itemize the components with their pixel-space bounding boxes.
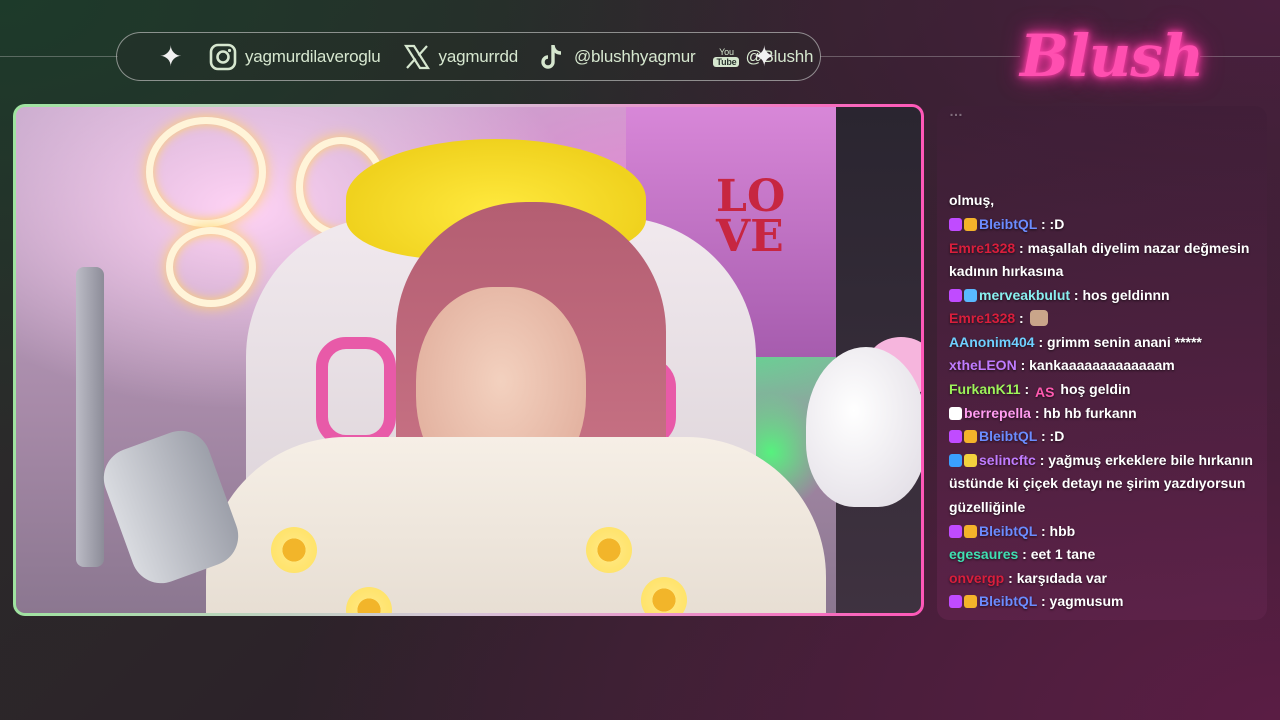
chat-text: hoş geldin bbox=[1060, 381, 1131, 398]
chat-emote-icon bbox=[1029, 310, 1048, 327]
sub-badge-icon bbox=[949, 524, 962, 538]
chat-message-list: olmuş, BleibtQL : :D Emre1328 : maşallah d… bbox=[949, 189, 1257, 614]
chat-emote-icon: AS bbox=[1035, 384, 1055, 401]
chat-text: karşıdada var bbox=[1016, 569, 1107, 586]
chat-message: olmuş, bbox=[949, 189, 1257, 213]
chat-message: AAnonim404 : grimm senin anani ***** bbox=[949, 333, 1202, 350]
sweater-flower bbox=[271, 527, 317, 573]
chat-username[interactable]: egesaures bbox=[949, 546, 1018, 562]
chat-username[interactable]: onvergp bbox=[949, 570, 1004, 586]
header-deco-line-left bbox=[0, 56, 118, 57]
unicorn-plush bbox=[806, 347, 921, 507]
instagram-icon bbox=[209, 43, 237, 71]
sub-badge-icon bbox=[949, 430, 962, 444]
neon-light-decor bbox=[146, 117, 266, 227]
chat-username[interactable]: FurkanK11 bbox=[949, 381, 1021, 397]
chat-message: egesaures : eet 1 tane bbox=[949, 546, 1096, 563]
chat-username[interactable]: AAnonim404 bbox=[949, 334, 1035, 350]
crown-badge-icon bbox=[964, 595, 977, 609]
chat-username[interactable]: selincftc bbox=[979, 452, 1036, 468]
bot-badge-icon bbox=[949, 406, 962, 420]
tiktok-icon bbox=[538, 43, 566, 71]
chat-username[interactable]: BleibtQL bbox=[979, 523, 1037, 539]
social-x[interactable]: yagmurrdd bbox=[403, 43, 518, 71]
chat-message: Emre1328 : bbox=[949, 307, 1257, 331]
chat-text: hb hb furkann bbox=[1043, 404, 1137, 421]
mic-arm bbox=[76, 267, 104, 567]
cube-badge-icon bbox=[949, 453, 962, 467]
social-tiktok[interactable]: @blushhyagmur bbox=[538, 43, 696, 71]
chat-message: xtheLEON : kankaaaaaaaaaaaaam bbox=[949, 357, 1175, 374]
chat-text: grimm senin anani ***** bbox=[1047, 333, 1202, 350]
x-logo-icon bbox=[403, 43, 431, 71]
chat-message: onvergp : karşıdada var bbox=[949, 569, 1107, 586]
chat-message: BleibtQL : :D bbox=[949, 425, 1257, 449]
sparkle-icon: ✦ bbox=[752, 40, 776, 73]
chat-text: :D bbox=[1049, 428, 1065, 445]
webcam-feed: LO VE bbox=[16, 107, 921, 613]
x-handle: yagmurrdd bbox=[438, 46, 519, 66]
smile-badge-icon bbox=[964, 453, 977, 467]
sparkle-icon: ✦ bbox=[159, 40, 183, 73]
chat-username[interactable]: Emre1328 bbox=[949, 310, 1015, 326]
chat-text: yagmusum bbox=[1049, 593, 1124, 610]
chat-message: BleibtQL : yagmusum bbox=[949, 590, 1257, 614]
instagram-handle: yagmurdilaveroglu bbox=[245, 46, 381, 66]
chat-message: FurkanK11 : AS hoş geldin bbox=[949, 381, 1131, 401]
blush-logo: Blush bbox=[1020, 22, 1204, 90]
chat-text: hbb bbox=[1049, 522, 1076, 539]
crown-badge-icon bbox=[964, 217, 977, 231]
youtube-icon: You Tube bbox=[713, 46, 740, 67]
chat-message: Emre1328 : maşallah diyelim nazar değmes… bbox=[949, 239, 1250, 280]
chat-username[interactable]: Emre1328 bbox=[949, 240, 1015, 256]
chat-text: eet 1 tane bbox=[1030, 546, 1096, 563]
header-deco-line-mid bbox=[820, 56, 1020, 57]
social-links-bar: ✦ yagmurdilaveroglu yagmurrdd @blushhyag… bbox=[116, 32, 821, 81]
sub-badge-icon bbox=[949, 595, 962, 609]
youtube-icon-text-top: You bbox=[719, 46, 734, 57]
chat-panel: … olmuş, BleibtQL : :D Emre1328 : maşallah… bbox=[937, 106, 1267, 620]
youtube-icon-text-bottom: Tube bbox=[713, 56, 740, 67]
chat-message: selincftc : yağmuş erkeklere bile hırkan… bbox=[949, 451, 1253, 516]
chat-username[interactable]: BleibtQL bbox=[979, 428, 1037, 444]
chat-text: hos geldinnn bbox=[1082, 286, 1170, 303]
header-deco-line-right bbox=[1200, 56, 1280, 57]
chat-text: kankaaaaaaaaaaaaam bbox=[1029, 357, 1175, 374]
chat-username[interactable]: xtheLEON bbox=[949, 357, 1017, 373]
sub-badge-icon bbox=[949, 217, 962, 231]
chat-username[interactable]: BleibtQL bbox=[979, 593, 1037, 609]
crown-badge-icon bbox=[964, 430, 977, 444]
chat-text: olmuş, bbox=[949, 192, 995, 209]
chat-message: BleibtQL : :D bbox=[949, 213, 1257, 237]
tiktok-handle: @blushhyagmur bbox=[573, 46, 696, 66]
crown-badge-icon bbox=[964, 524, 977, 538]
social-instagram[interactable]: yagmurdilaveroglu bbox=[209, 43, 381, 71]
chat-message: merveakbulut : hos geldinnn bbox=[949, 284, 1257, 308]
chat-message: BleibtQL : hbb bbox=[949, 520, 1257, 544]
chair-accent bbox=[316, 337, 396, 447]
love-sign-decor: LO VE bbox=[716, 171, 786, 262]
webcam-frame: LO VE bbox=[13, 104, 924, 616]
gift-badge-icon bbox=[964, 288, 977, 302]
chat-username[interactable]: berrepella bbox=[964, 405, 1031, 421]
chat-message-partial: … bbox=[949, 106, 963, 119]
sweater-flower bbox=[586, 527, 632, 573]
sub-badge-icon bbox=[949, 288, 962, 302]
neon-light-decor bbox=[166, 227, 256, 307]
chat-username[interactable]: BleibtQL bbox=[979, 216, 1037, 232]
chat-username[interactable]: merveakbulut bbox=[979, 287, 1070, 303]
streamer-sweater bbox=[206, 437, 826, 613]
chat-message: berrepella : hb hb furkann bbox=[949, 402, 1257, 426]
chat-text: :D bbox=[1049, 215, 1065, 232]
